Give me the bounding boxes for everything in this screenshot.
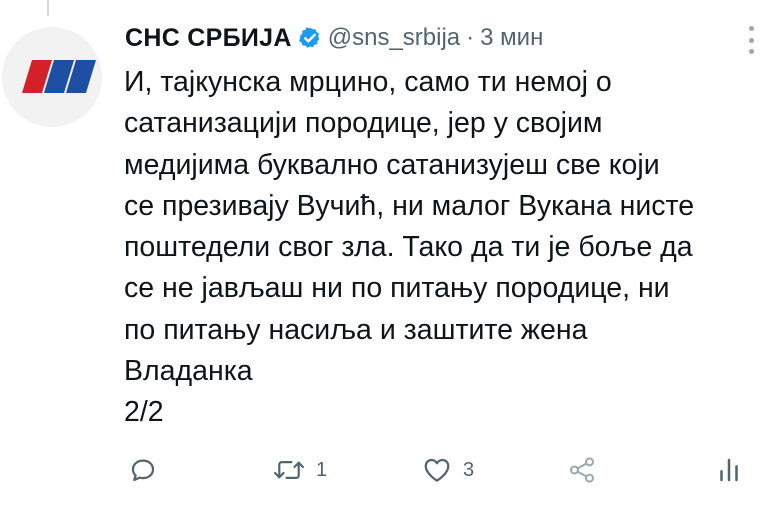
analytics-button[interactable] xyxy=(716,450,742,490)
share-button[interactable] xyxy=(567,450,597,490)
like-count: 3 xyxy=(463,458,475,481)
header-separator: · xyxy=(466,24,475,51)
retweet-count: 1 xyxy=(316,458,328,481)
tweet-actions-bar: 1 3 xyxy=(0,450,765,490)
tweet-header: СНС СРБИЈА @sns_srbija · 3 мин xyxy=(125,18,543,58)
tweet-text-line: медијима буквално сатанизујеш све који xyxy=(124,148,660,181)
tweet-text-line: поштедели свог зла. Тако да ти је боље д… xyxy=(124,231,693,264)
like-button[interactable]: 3 xyxy=(421,450,474,490)
more-vertical-icon[interactable] xyxy=(745,26,757,54)
tweet-text-line: се презивају Вучић, ни малог Вукана нист… xyxy=(124,189,695,222)
tweet-text-line: Владанка xyxy=(124,355,253,388)
author-handle[interactable]: @sns_srbija xyxy=(328,24,460,52)
tweet-text-line: 2/2 xyxy=(124,396,164,429)
author-name[interactable]: СНС СРБИЈА xyxy=(125,24,292,53)
analytics-icon xyxy=(716,455,742,485)
reply-icon xyxy=(128,455,158,485)
heart-icon xyxy=(421,455,453,485)
tweet-text: И, тајкунска мрцино, само ти немој о сат… xyxy=(124,62,764,434)
reply-button[interactable] xyxy=(128,450,168,490)
retweet-icon xyxy=(272,455,306,485)
tweet-text-line: И, тајкунска мрцино, само ти немој о xyxy=(124,66,612,98)
share-icon xyxy=(567,455,597,485)
thread-connector-line xyxy=(47,0,49,16)
tweet-text-line: се не јављаш ни по питању породице, ни xyxy=(124,272,670,305)
verified-icon xyxy=(298,26,322,50)
sns-logo-icon xyxy=(22,60,96,93)
tweet-text-line: сатанизацији породице, јер у својим xyxy=(124,107,603,140)
retweet-button[interactable]: 1 xyxy=(272,450,327,490)
tweet-text-line: по питању насиља и заштите жена xyxy=(124,313,588,346)
tweet-timestamp[interactable]: 3 мин xyxy=(480,24,543,52)
avatar[interactable] xyxy=(2,27,102,127)
